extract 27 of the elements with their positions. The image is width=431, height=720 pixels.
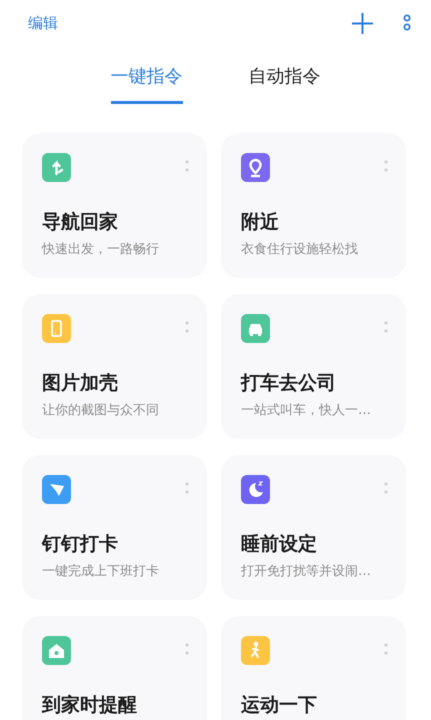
card-subtitle: 衣食住行设施轻松找 bbox=[241, 241, 359, 258]
card-subtitle: 一键完成上下班打卡 bbox=[42, 563, 160, 580]
add-icon[interactable] bbox=[352, 12, 373, 34]
tab[interactable]: 一键指令 bbox=[110, 62, 182, 104]
card-title: 图片加壳 bbox=[42, 371, 119, 396]
shortcut-card[interactable]: 图片加壳 让你的截图与众不同 bbox=[22, 294, 207, 439]
edit-link[interactable]: 编辑 bbox=[28, 14, 322, 32]
card-title: 附近 bbox=[241, 210, 280, 235]
card-title: 打车去公司 bbox=[241, 371, 337, 396]
shortcut-card[interactable]: 到家时提醒 bbox=[22, 616, 207, 720]
card-title: 运动一下 bbox=[241, 693, 318, 718]
shortcut-card[interactable]: 睡前设定 打开免打扰等并设闹… bbox=[221, 455, 406, 600]
card-title: 到家时提醒 bbox=[42, 693, 138, 718]
shortcut-card[interactable]: 运动一下 bbox=[221, 616, 406, 720]
tab[interactable]: 自动指令 bbox=[248, 62, 320, 104]
card-subtitle: 一站式叫车，快人一… bbox=[241, 402, 372, 419]
card-title: 睡前设定 bbox=[241, 532, 318, 557]
shortcut-card[interactable]: 钉钉打卡 一键完成上下班打卡 bbox=[22, 455, 207, 600]
more-icon[interactable] bbox=[403, 14, 411, 32]
shortcut-card[interactable]: 导航回家 快速出发，一路畅行 bbox=[22, 133, 207, 278]
card-subtitle: 快速出发，一路畅行 bbox=[42, 241, 160, 258]
card-title: 钉钉打卡 bbox=[42, 532, 119, 557]
card-subtitle: 打开免打扰等并设闹… bbox=[241, 563, 372, 580]
card-subtitle: 让你的截图与众不同 bbox=[42, 402, 160, 419]
shortcut-card[interactable]: 附近 衣食住行设施轻松找 bbox=[221, 133, 406, 278]
card-title: 导航回家 bbox=[42, 210, 119, 235]
shortcut-card[interactable]: 打车去公司 一站式叫车，快人一… bbox=[221, 294, 406, 439]
